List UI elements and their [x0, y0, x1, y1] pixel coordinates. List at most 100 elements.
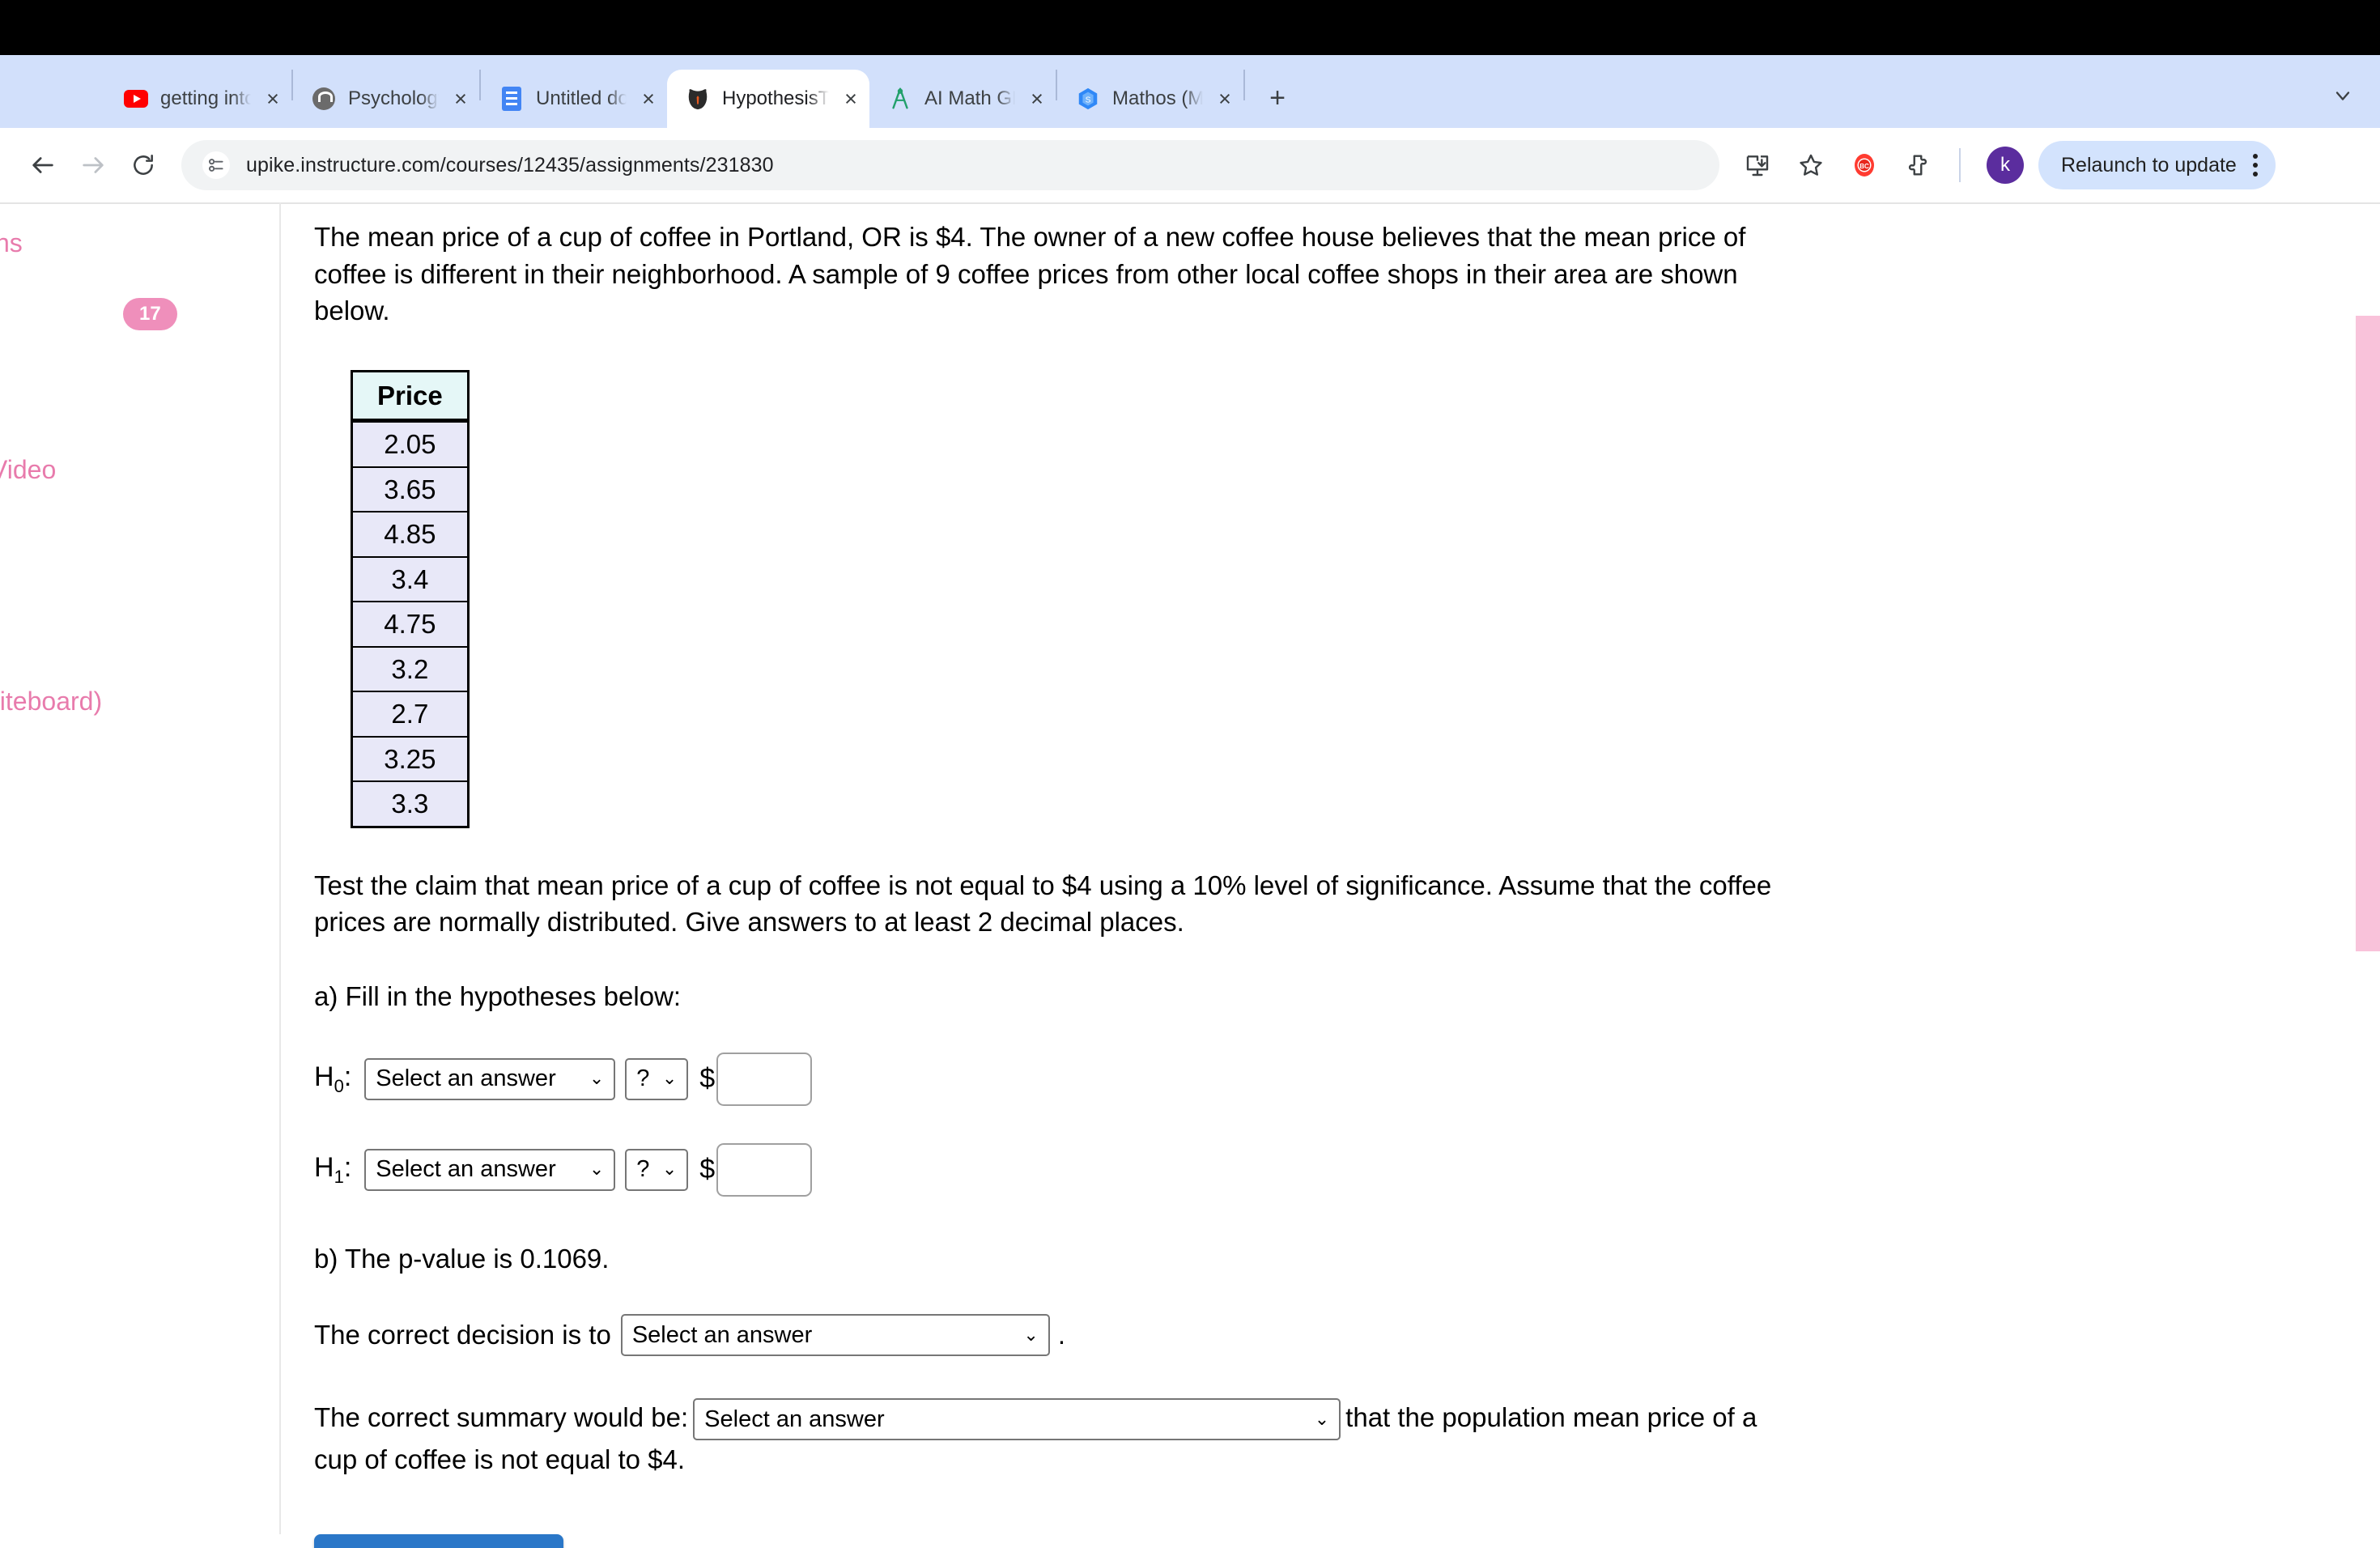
course-navigation-clipped: ns 17 Video hiteboard): [0, 202, 279, 1534]
nav-fragment-video[interactable]: Video: [0, 455, 56, 485]
address-bar[interactable]: upike.instructure.com/courses/12435/assi…: [181, 140, 1719, 190]
openstax-icon: [311, 86, 337, 112]
avatar[interactable]: k: [1987, 147, 2024, 184]
tab-title: HypothesisTestingOne Sa: [722, 87, 829, 109]
tab-untitled-document[interactable]: Untitled document - Goo ×: [481, 70, 667, 128]
tab-close-button[interactable]: ×: [1214, 87, 1235, 110]
forward-arrow-icon[interactable]: [68, 140, 118, 190]
star-icon[interactable]: [1787, 142, 1834, 189]
decision-row: The correct decision is to Select an ans…: [314, 1314, 2014, 1357]
price-cell: 3.4: [351, 555, 470, 603]
tab-title: getting into the fall spirit: [160, 87, 251, 109]
toolbar-divider: [1959, 148, 1961, 182]
table-row: 3.4: [351, 555, 470, 603]
toolbar-actions: BC k Relaunch to update: [1734, 141, 2276, 189]
null-operator-select[interactable]: ?: [625, 1057, 689, 1100]
mathos-icon: S: [1075, 86, 1101, 112]
tab-getting-into-the-fall-spirit[interactable]: getting into the fall spirit ×: [105, 70, 291, 128]
back-arrow-icon[interactable]: [18, 140, 68, 190]
price-cell: 3.2: [351, 645, 470, 693]
table-row: 4.75: [351, 601, 470, 648]
content-divider: [279, 202, 281, 1534]
nav-badge-count: 17: [123, 298, 177, 330]
price-table: Price 2.05 3.65 4.85 3.4 4.75 3.2 2.7 3.…: [351, 369, 470, 828]
relaunch-label: Relaunch to update: [2061, 153, 2237, 176]
nav-fragment-whiteboard[interactable]: hiteboard): [0, 687, 102, 717]
upike-bear-icon: [685, 86, 711, 112]
submit-question-button[interactable]: Submit Question: [314, 1534, 563, 1548]
nav-fragment-announcements[interactable]: ns: [0, 228, 23, 258]
part-b-label: b) The p-value is 0.1069.: [314, 1243, 610, 1274]
alt-parameter-select-wrap: Select an answer ⌄: [364, 1148, 616, 1191]
table-row: 3.3: [351, 780, 470, 828]
tab-title: AI Math GPT Solver Powe: [924, 87, 1015, 109]
assignment-content: The mean price of a cup of coffee in Por…: [314, 202, 2014, 1548]
svg-text:S: S: [1086, 96, 1091, 105]
table-header-row: Price: [351, 370, 470, 423]
reload-icon[interactable]: [118, 140, 168, 190]
table-row: 4.85: [351, 511, 470, 558]
tab-psychology-2e[interactable]: Psychology 2e ×: [293, 70, 479, 128]
tab-mathos-mathgptpro[interactable]: S Mathos (MathGPTPro) | A ×: [1057, 70, 1243, 128]
alt-operator-select-wrap: ? ⌄: [625, 1148, 689, 1191]
alt-operator-select[interactable]: ?: [625, 1148, 689, 1191]
compass-icon: [887, 86, 913, 112]
install-app-icon[interactable]: [1734, 142, 1781, 189]
hypothesis-null-label: H0:: [314, 1061, 352, 1097]
price-cell: 3.65: [351, 466, 470, 513]
svg-text:BC: BC: [1859, 163, 1869, 170]
tab-close-button[interactable]: ×: [450, 87, 471, 110]
tab-close-button[interactable]: ×: [638, 87, 659, 110]
browser-toolbar: upike.instructure.com/courses/12435/assi…: [0, 128, 2380, 202]
price-cell: 4.75: [351, 601, 470, 648]
chevron-down-icon[interactable]: [2320, 73, 2365, 118]
column-header-price: Price: [351, 370, 470, 423]
decision-suffix: .: [1057, 1320, 1065, 1350]
null-parameter-select[interactable]: Select an answer: [364, 1057, 616, 1100]
currency-symbol: $: [699, 1154, 716, 1185]
puzzle-piece-icon[interactable]: [1894, 142, 1941, 189]
address-bar-url: upike.instructure.com/courses/12435/assi…: [246, 153, 774, 176]
kebab-menu-icon[interactable]: [2248, 154, 2263, 176]
null-parameter-select-wrap: Select an answer ⌄: [364, 1057, 616, 1100]
price-cell: 4.85: [351, 511, 470, 558]
page-info-icon[interactable]: [202, 151, 230, 179]
decision-select-wrap: Select an answer ⌄: [620, 1314, 1050, 1357]
null-value-input[interactable]: [716, 1052, 813, 1106]
table-row: 2.7: [351, 691, 470, 738]
table-row: 3.2: [351, 645, 470, 693]
page-viewport: ns 17 Video hiteboard) The mean price of…: [0, 202, 2380, 1548]
decision-prefix: The correct decision is to: [314, 1320, 611, 1350]
problem-statement: The mean price of a cup of coffee in Por…: [314, 222, 1746, 326]
tabstrip-right-controls: [2320, 73, 2365, 118]
price-cell: 3.3: [351, 780, 470, 828]
tab-separator: [1243, 70, 1245, 100]
new-tab-button[interactable]: +: [1256, 78, 1298, 120]
tab-hypothesis-testing-one-sample[interactable]: HypothesisTestingOne Sa ×: [667, 70, 869, 128]
table-row: 2.05: [351, 419, 470, 468]
summary-row: The correct summary would be: Select an a…: [314, 1398, 1796, 1479]
null-operator-select-wrap: ? ⌄: [625, 1057, 689, 1100]
browser-window: getting into the fall spirit × Psycholog…: [0, 0, 2380, 1548]
summary-select[interactable]: Select an answer: [693, 1398, 1341, 1441]
tab-close-button[interactable]: ×: [262, 87, 283, 110]
tab-close-button[interactable]: ×: [1026, 87, 1048, 110]
hypothesis-alt-row: H1: Select an answer ⌄ ? ⌄ $: [314, 1142, 2014, 1197]
tab-ai-math-gpt-solver[interactable]: AI Math GPT Solver Powe ×: [869, 70, 1056, 128]
bc-extension-icon[interactable]: BC: [1841, 142, 1888, 189]
test-instructions: Test the claim that mean price of a cup …: [314, 870, 1772, 938]
hypothesis-alt-label: H1:: [314, 1152, 352, 1188]
youtube-icon: [123, 86, 149, 112]
right-side-panel: [2356, 316, 2380, 951]
price-cell: 2.7: [351, 691, 470, 738]
tab-close-button[interactable]: ×: [840, 87, 861, 110]
google-docs-icon: [499, 86, 525, 112]
hypothesis-null-row: H0: Select an answer ⌄ ? ⌄ $: [314, 1052, 2014, 1106]
relaunch-to-update-button[interactable]: Relaunch to update: [2038, 141, 2276, 189]
tab-title: Untitled document - Goo: [536, 87, 627, 109]
part-a-label: a) Fill in the hypotheses below:: [314, 980, 682, 1011]
alt-parameter-select[interactable]: Select an answer: [364, 1148, 616, 1191]
summary-prefix: The correct summary would be:: [314, 1402, 689, 1433]
alt-value-input[interactable]: [716, 1142, 813, 1197]
decision-select[interactable]: Select an answer: [620, 1314, 1050, 1357]
